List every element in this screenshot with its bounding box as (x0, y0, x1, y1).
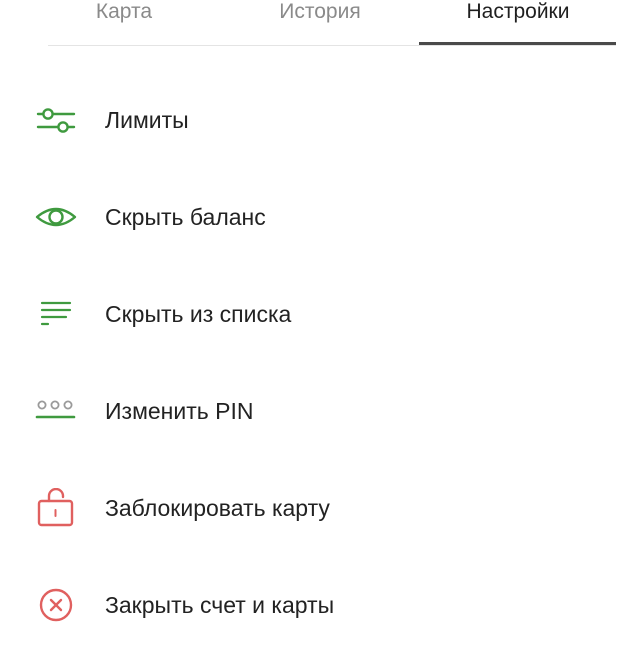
sliders-icon (34, 100, 78, 140)
menu-item-block-card[interactable]: Заблокировать карту (0, 458, 640, 555)
tab-bar: Карта История Настройки (0, 0, 640, 46)
eye-icon (34, 197, 78, 237)
tab-history[interactable]: История (268, 0, 372, 44)
active-tab-indicator (419, 42, 616, 45)
menu-item-hide-balance[interactable]: Скрыть баланс (0, 167, 640, 264)
menu-item-limits[interactable]: Лимиты (0, 70, 640, 167)
menu-item-hide-from-list[interactable]: Скрыть из списка (0, 264, 640, 361)
tab-settings[interactable]: Настройки (449, 0, 587, 44)
menu-item-label: Скрыть баланс (105, 204, 266, 230)
pin-dots-icon (34, 391, 78, 431)
tab-card[interactable]: Карта (80, 0, 168, 44)
list-lines-icon (34, 294, 78, 334)
menu-item-change-pin[interactable]: Изменить PIN (0, 361, 640, 458)
menu-item-close-account[interactable]: Закрыть счет и карты (0, 555, 640, 652)
menu-item-label: Заблокировать карту (105, 495, 330, 521)
tabs-divider (48, 45, 616, 46)
menu-item-label: Закрыть счет и карты (105, 592, 335, 618)
close-circle-icon (34, 585, 78, 625)
menu-item-label: Лимиты (105, 107, 189, 133)
menu-item-label: Скрыть из списка (105, 301, 292, 327)
menu-item-label: Изменить PIN (105, 398, 254, 424)
lock-icon (34, 488, 78, 528)
